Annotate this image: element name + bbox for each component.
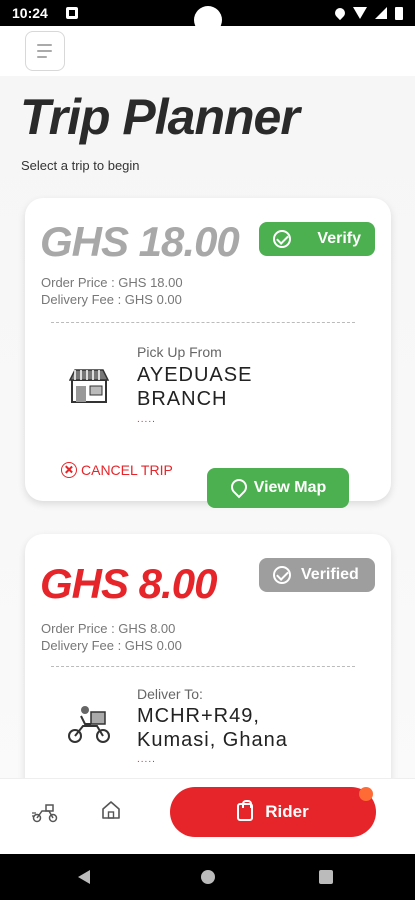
signal-icon [375, 7, 387, 19]
trip-card-pickup[interactable]: GHS 18.00 Verify Order Price : GHS 18.00… [25, 198, 391, 508]
status-bar: 10:24 [0, 0, 415, 34]
destination-address: MCHR+R49, Kumasi, Ghana [137, 705, 288, 751]
back-icon[interactable] [78, 870, 90, 884]
pickup-label: Pick Up From [137, 344, 222, 360]
rider-button[interactable]: Rider [170, 787, 376, 837]
bottom-nav: Rider [0, 778, 415, 854]
page-subtitle: Select a trip to begin [21, 158, 140, 173]
hamburger-icon [37, 44, 52, 46]
shopping-bag-icon [237, 800, 254, 821]
loading-dots: ..... [137, 754, 156, 765]
price-breakdown: Order Price : GHS 8.00 Delivery Fee : GH… [41, 620, 182, 654]
view-map-button[interactable]: View Map [207, 468, 349, 508]
home-circle-icon[interactable] [201, 870, 215, 884]
price-breakdown: Order Price : GHS 18.00 Delivery Fee : G… [41, 274, 183, 308]
top-bar [0, 26, 415, 76]
check-circle-icon [273, 566, 291, 584]
order-price: Order Price : GHS 18.00 [41, 275, 183, 290]
menu-button[interactable] [25, 31, 65, 71]
location-icon [332, 5, 348, 21]
delivery-scooter-icon [68, 706, 110, 743]
divider [51, 666, 355, 667]
cancel-trip-label: CANCEL TRIP [81, 462, 173, 478]
battery-icon [395, 6, 403, 20]
order-price: Order Price : GHS 8.00 [41, 621, 176, 636]
delivery-fee: Delivery Fee : GHS 0.00 [41, 292, 182, 307]
delivery-bike-icon[interactable] [32, 801, 58, 823]
trip-price: GHS 18.00 [40, 218, 240, 265]
cancel-trip-button[interactable]: CANCEL TRIP [61, 462, 173, 478]
notification-dot [359, 787, 373, 801]
trip-price: GHS 8.00 [40, 560, 217, 607]
verified-badge: Verified [259, 558, 375, 592]
divider [51, 322, 355, 323]
loading-dots: ..... [137, 414, 156, 425]
page-title: Trip Planner [20, 89, 300, 145]
verify-label: Verify [317, 230, 361, 247]
android-nav-bar [0, 854, 415, 900]
destination-label: Deliver To: [137, 686, 203, 702]
pickup-location: AYEDUASE BRANCH [137, 364, 253, 410]
wifi-icon [353, 7, 367, 19]
storefront-icon [69, 369, 109, 403]
verify-button[interactable]: Verify [259, 222, 375, 256]
recents-icon[interactable] [319, 870, 333, 884]
delivery-fee: Delivery Fee : GHS 0.00 [41, 638, 182, 653]
status-icons [332, 5, 403, 21]
map-pin-icon [230, 479, 244, 497]
home-icon[interactable] [100, 799, 122, 821]
view-map-label: View Map [253, 479, 327, 496]
notification-icon [65, 7, 78, 19]
rider-label: Rider [265, 802, 309, 821]
verified-label: Verified [301, 566, 359, 583]
status-time: 10:24 [12, 5, 48, 21]
check-circle-icon [273, 230, 291, 248]
close-circle-icon [61, 462, 77, 478]
app-screen: Trip Planner Select a trip to begin GHS … [0, 26, 415, 854]
